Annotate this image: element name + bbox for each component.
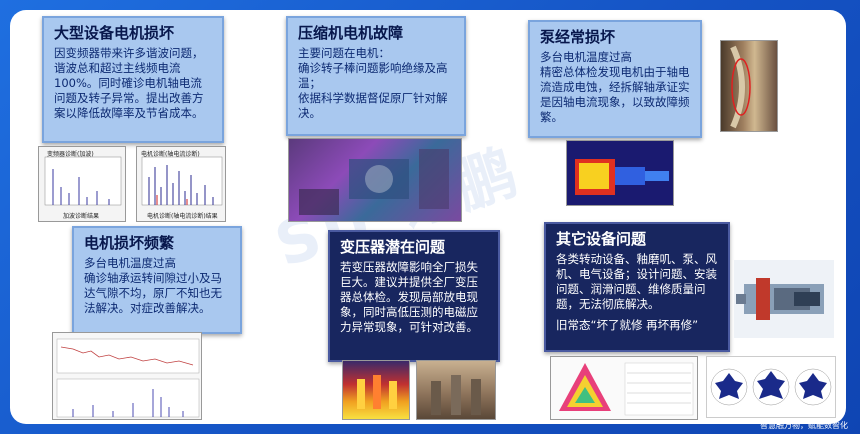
card-title: 变压器潜在问题 (340, 238, 446, 256)
slide-frame: SU 讯鹏 大型设备电机损坏 因变频器带来许多谐波问题，谐波总和超过主线频电流1… (0, 0, 860, 434)
card-title: 泵经常损坏 (540, 28, 616, 46)
card-body: 多台电机温度过高 确诊轴承运转间隙过小及马达气隙不均，原厂不知也无法解决。对症改… (84, 256, 222, 315)
bearing-shape (730, 45, 751, 129)
chart-caption: 电机诊断(轴电流诊断)结果 (147, 213, 218, 220)
card-other: 其它设备问题 各类转动设备、釉磨叽、泵、风机、电气设备；设计问题、安装问题、润滑… (544, 222, 730, 352)
card-tail: 旧常态“坏了就修 再坏再修” (556, 318, 699, 332)
thermal-motor-shape (567, 141, 673, 205)
footer-slogan: 智慧融万物，赋能数智化 (760, 421, 848, 430)
polar-plots (706, 356, 836, 418)
thermal-shape (357, 375, 397, 409)
pump-cross-section (734, 260, 834, 338)
transformer-thermal-photo (342, 360, 410, 420)
card-title: 大型设备电机损坏 (54, 24, 175, 42)
card-motor-frequent: 电机损坏频繁 多台电机温度过高 确诊轴承运转间隙过小及马达气隙不均，原厂不知也无… (72, 226, 242, 334)
card-title: 其它设备问题 (556, 230, 647, 248)
spectrum-chart-left: 变频器诊断(加波) 加波诊断结果 (38, 146, 126, 222)
trend-chart (52, 332, 202, 420)
card-body: 主要问题在电机： 确诊转子棒问题影响绝缘及高温； 依据科学数据督促原厂针对解决。 (298, 46, 448, 120)
card-body: 若变压器故障影响全厂损失巨大。建议并提供全厂变压器总体检。发现局部放电现象，同时… (340, 260, 478, 334)
chart-title: 电机诊断(轴电流诊断) (141, 151, 200, 158)
card-transformer: 变压器潜在问题 若变压器故障影响全厂损失巨大。建议并提供全厂变压器总体检。发现局… (328, 230, 500, 362)
pump-shape (736, 278, 824, 320)
card-body: 因变频器带来许多谐波问题，谐波总和超过主线频电流100%。同时確诊电机轴电流问题… (54, 46, 204, 120)
card-compressor: 压缩机电机故障 主要问题在电机： 确诊转子棒问题影响绝缘及高温； 依据科学数据督… (286, 16, 466, 136)
chart-title: 变频器诊断(加波) (47, 151, 94, 158)
card-body: 多台电机温度过高 精密总体检发现电机由于轴电流造成电蚀，经拆解轴承证实是因轴电流… (540, 50, 690, 124)
slide-canvas: SU 讯鹏 大型设备电机损坏 因变频器带来许多谐波问题，谐波总和超过主线频电流1… (10, 10, 846, 424)
card-body: 各类转动设备、釉磨叽、泵、风机、电气设备；设计问题、安装问题、润滑问题、维修质量… (556, 252, 717, 311)
bearing-photo (720, 40, 778, 132)
card-pump: 泵经常损坏 多台电机温度过高 精密总体检发现电机由于轴电流造成电蚀，经拆解轴承证… (528, 20, 702, 138)
radar-svg (559, 362, 694, 416)
chart-caption: 加波诊断结果 (63, 213, 100, 220)
radar-report (550, 356, 698, 420)
card-title: 电机损坏频繁 (84, 234, 175, 252)
trend-svg (56, 338, 200, 418)
transformer-shape (431, 375, 481, 415)
spectrum-chart-right: 电机诊断(轴电流诊断) 电机诊断(轴电流诊断)结果 (136, 146, 226, 222)
card-title: 压缩机电机故障 (298, 24, 404, 42)
machine-shape (299, 149, 449, 215)
transformer-photo (416, 360, 496, 420)
motor-thermal-photo (566, 140, 674, 206)
card-motor-damage: 大型设备电机损坏 因变频器带来许多谐波问题，谐波总和超过主线频电流100%。同时… (42, 16, 224, 143)
polar-svg (710, 368, 832, 406)
compressor-photo (288, 138, 462, 222)
